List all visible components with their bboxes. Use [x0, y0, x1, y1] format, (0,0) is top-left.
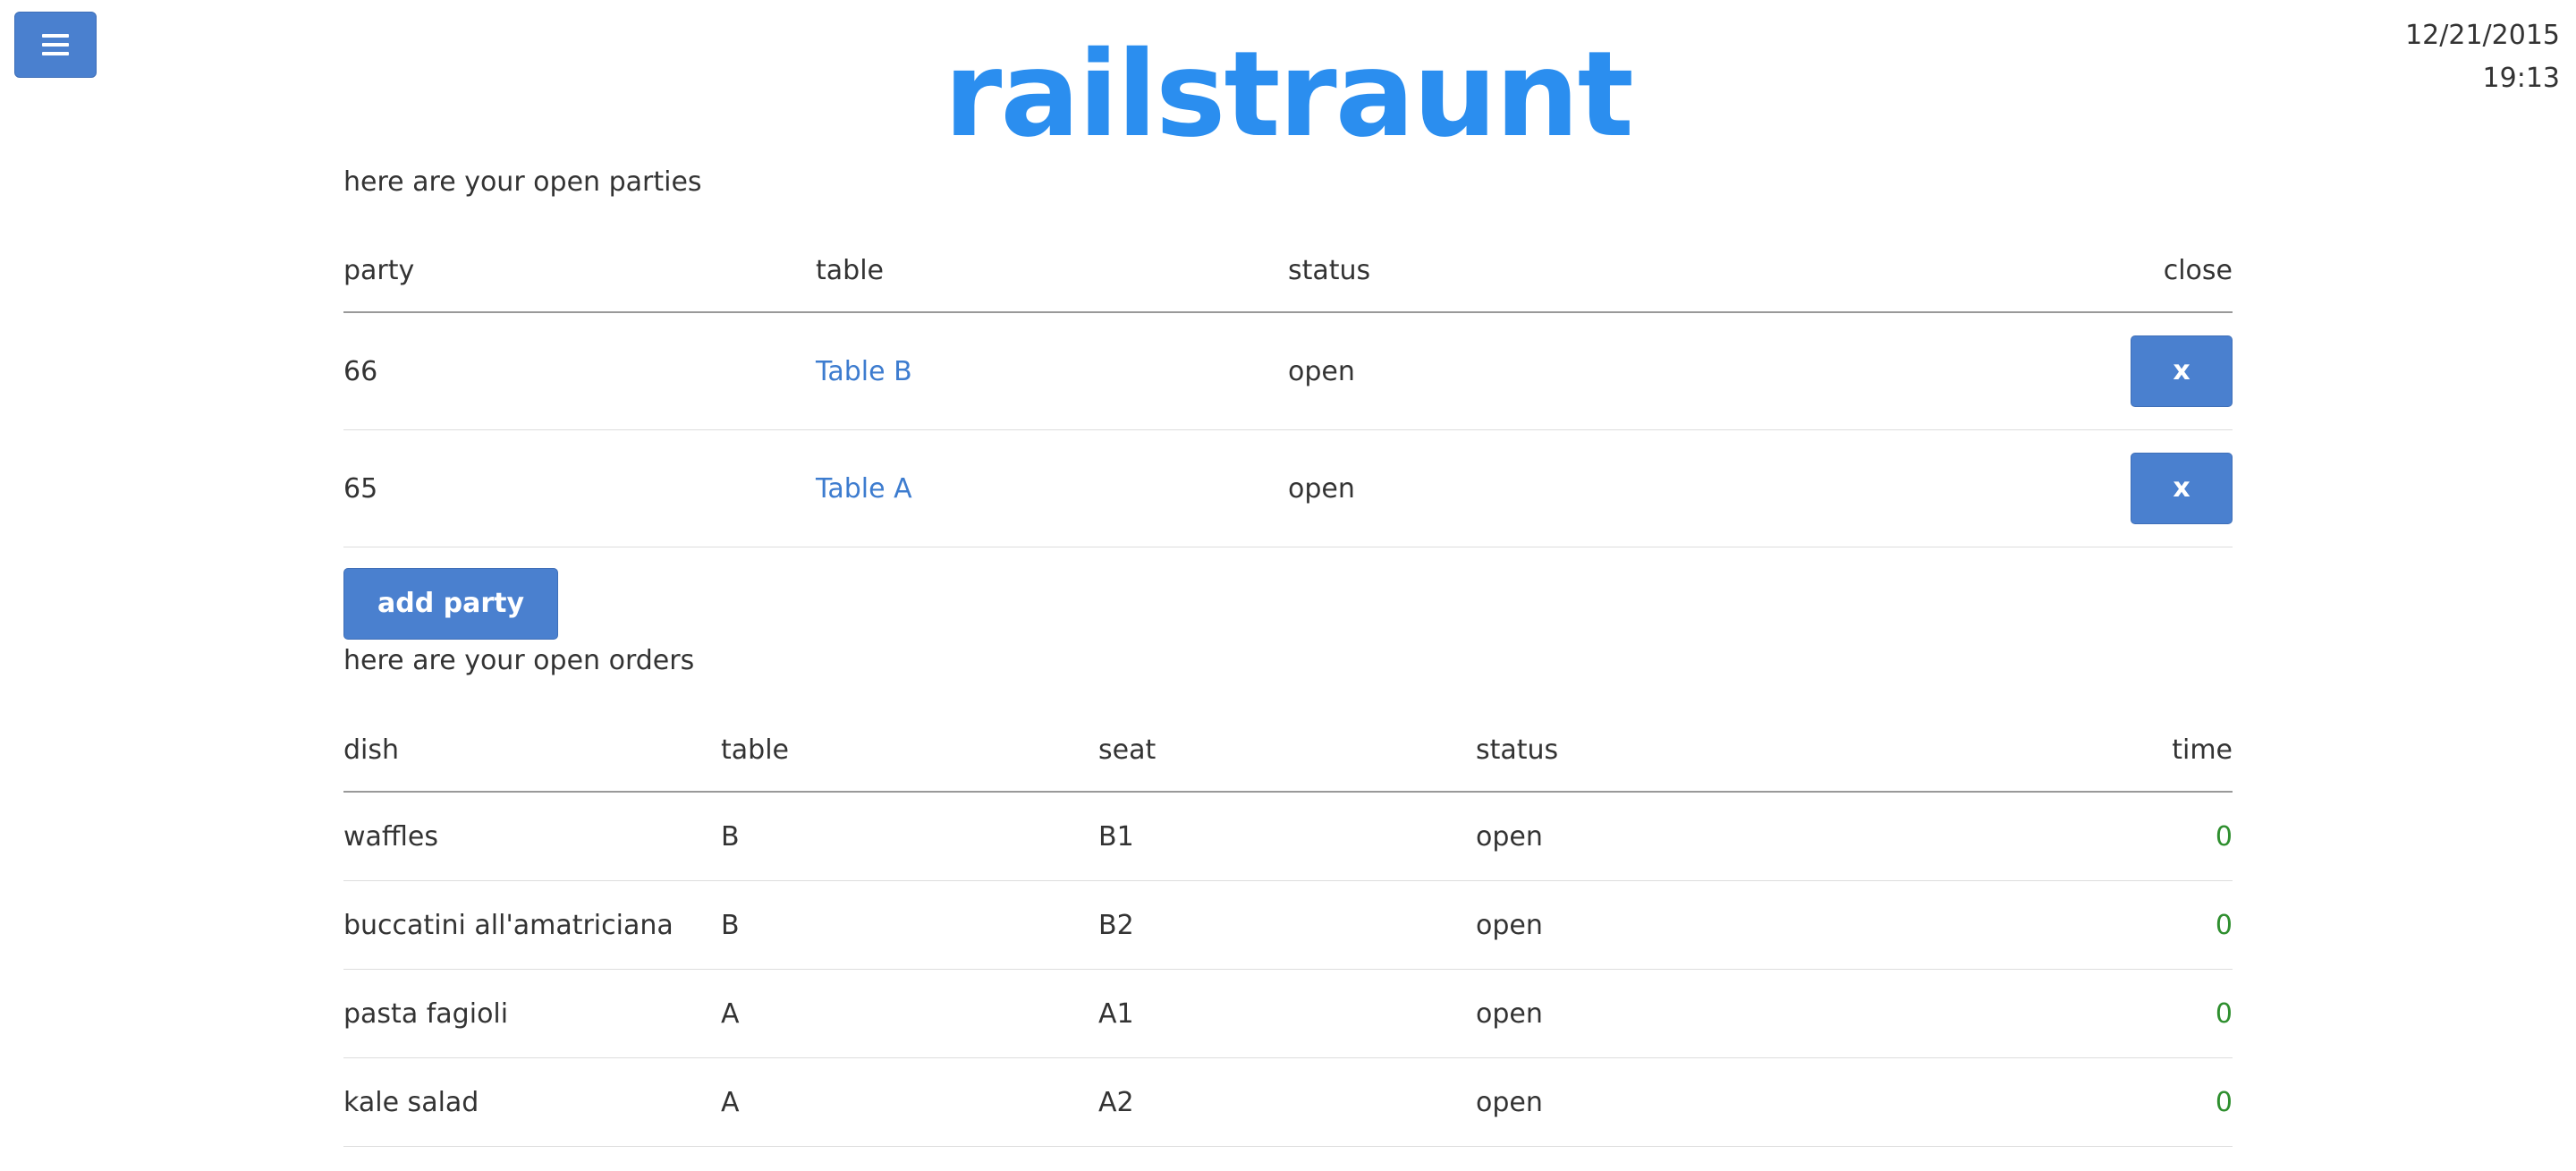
- table-row: waffles B B1 open 0: [343, 792, 2233, 881]
- parties-table: party table status close 66 Table B open…: [343, 229, 2233, 547]
- add-party-button[interactable]: add party: [343, 568, 558, 640]
- party-number: 65: [343, 429, 816, 547]
- column-header-dish: dish: [343, 709, 721, 793]
- order-status: open: [1476, 792, 1912, 881]
- table-link[interactable]: Table B: [816, 356, 912, 387]
- order-dish: buccatini all'amatriciana: [343, 880, 721, 970]
- parties-header-row: party table status close: [343, 229, 2233, 313]
- orders-caption: here are your open orders: [343, 645, 695, 676]
- current-time: 19:13: [2482, 63, 2560, 94]
- order-table: B: [721, 880, 1098, 970]
- column-header-close: close: [1710, 229, 2233, 313]
- order-status: open: [1476, 880, 1912, 970]
- close-party-button[interactable]: x: [2131, 335, 2233, 407]
- order-table: B: [721, 792, 1098, 881]
- table-link[interactable]: Table A: [816, 473, 912, 505]
- order-time: 0: [1911, 1057, 2233, 1147]
- party-close-cell: x: [1710, 429, 2233, 547]
- table-row: 66 Table B open x: [343, 312, 2233, 430]
- order-time: 0: [1911, 792, 2233, 881]
- column-header-time: time: [1911, 709, 2233, 793]
- order-seat: B1: [1098, 792, 1476, 881]
- column-header-seat: seat: [1098, 709, 1476, 793]
- order-seat: B2: [1098, 880, 1476, 970]
- brand-logo: railstraunt: [944, 26, 1634, 164]
- party-close-cell: x: [1710, 312, 2233, 430]
- order-status: open: [1476, 969, 1912, 1058]
- column-header-status: status: [1288, 229, 1711, 313]
- order-seat: A1: [1098, 969, 1476, 1058]
- party-number: 66: [343, 312, 816, 430]
- party-status: open: [1288, 312, 1711, 430]
- table-row: buccatini all'amatriciana B B2 open 0: [343, 880, 2233, 970]
- close-party-button[interactable]: x: [2131, 453, 2233, 524]
- table-row: 65 Table A open x: [343, 429, 2233, 547]
- order-time: 0: [1911, 880, 2233, 970]
- order-dish: waffles: [343, 792, 721, 881]
- table-row: pasta fagioli A A1 open 0: [343, 969, 2233, 1058]
- order-dish: kale salad: [343, 1057, 721, 1147]
- clock: 12/21/2015 19:13: [2405, 14, 2560, 100]
- orders-table: dish table seat status time waffles B B1…: [343, 709, 2233, 1147]
- order-seat: A2: [1098, 1057, 1476, 1147]
- column-header-party: party: [343, 229, 816, 313]
- party-table-cell: Table A: [816, 429, 1288, 547]
- order-table: A: [721, 969, 1098, 1058]
- party-table-cell: Table B: [816, 312, 1288, 430]
- order-time: 0: [1911, 969, 2233, 1058]
- orders-header-row: dish table seat status time: [343, 709, 2233, 793]
- parties-caption: here are your open parties: [343, 166, 702, 198]
- order-dish: pasta fagioli: [343, 969, 721, 1058]
- party-status: open: [1288, 429, 1711, 547]
- table-row: kale salad A A2 open 0: [343, 1057, 2233, 1147]
- order-status: open: [1476, 1057, 1912, 1147]
- column-header-table: table: [816, 229, 1288, 313]
- order-table: A: [721, 1057, 1098, 1147]
- current-date: 12/21/2015: [2405, 20, 2560, 51]
- column-header-status: status: [1476, 709, 1912, 793]
- column-header-table: table: [721, 709, 1098, 793]
